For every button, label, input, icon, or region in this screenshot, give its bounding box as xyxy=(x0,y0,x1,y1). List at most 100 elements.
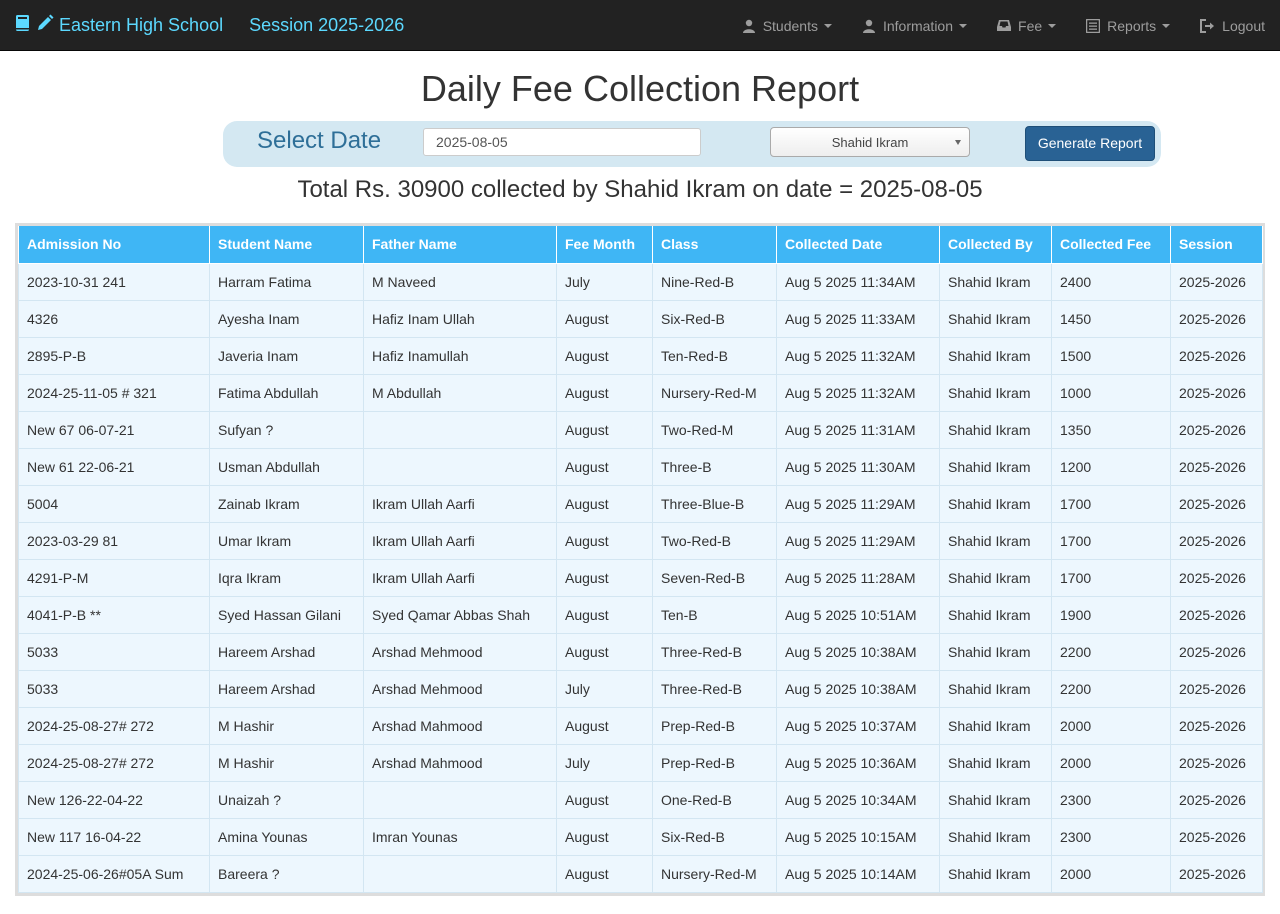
table-cell: Aug 5 2025 10:14AM xyxy=(776,854,940,893)
table-cell: August xyxy=(556,521,653,560)
table-cell: Prep-Red-B xyxy=(652,743,777,782)
table-cell: Hareem Arshad xyxy=(209,669,364,708)
table-cell: Shahid Ikram xyxy=(939,262,1052,301)
table-cell: Three-Red-B xyxy=(652,632,777,671)
nav-reports-label: Reports xyxy=(1107,17,1157,34)
table-cell: Hafiz Inamullah xyxy=(363,336,557,375)
date-input[interactable]: 2025-08-05 xyxy=(423,128,701,156)
table-cell: Shahid Ikram xyxy=(939,558,1052,597)
table-cell: 1700 xyxy=(1051,521,1171,560)
user-icon xyxy=(862,19,875,33)
column-header: Session xyxy=(1170,226,1263,264)
table-cell: New 117 16-04-22 xyxy=(18,817,210,856)
column-header: Father Name xyxy=(363,226,557,264)
table-cell: Zainab Ikram xyxy=(209,484,364,523)
table-cell: 2025-2026 xyxy=(1170,447,1263,486)
table-cell: Aug 5 2025 10:38AM xyxy=(776,669,940,708)
collector-select-value: Shahid Ikram xyxy=(831,135,909,150)
table-cell: Ten-Red-B xyxy=(652,336,777,375)
table-cell: Syed Hassan Gilani xyxy=(209,595,364,634)
table-row: 2895-P-B Javeria Inam Hafiz Inamullah Augus… xyxy=(18,336,1263,375)
table-cell: August xyxy=(556,854,653,893)
table-cell: 2025-2026 xyxy=(1170,299,1263,338)
collector-select[interactable]: Shahid Ikram xyxy=(770,127,970,157)
table-cell: Ikram Ullah Aarfi xyxy=(363,521,557,560)
table-cell: 2025-2026 xyxy=(1170,410,1263,449)
table-row: 4326 Ayesha Inam Hafiz Inam Ullah August Six… xyxy=(18,299,1263,338)
table-cell: 1700 xyxy=(1051,484,1171,523)
total-summary: Total Rs. 30900 collected by Shahid Ikra… xyxy=(297,176,983,203)
table-cell: Syed Qamar Abbas Shah xyxy=(363,595,557,634)
table-cell: Nursery-Red-M xyxy=(652,373,777,412)
table-cell: 2025-2026 xyxy=(1170,669,1263,708)
table-cell: August xyxy=(556,299,653,338)
generate-report-button[interactable]: Generate Report xyxy=(1025,126,1155,161)
table-cell: Aug 5 2025 10:34AM xyxy=(776,780,940,819)
nav-menu: Students Information Fee Reports Logout xyxy=(727,0,1280,51)
table-cell: Shahid Ikram xyxy=(939,595,1052,634)
table-cell: New 67 06-07-21 xyxy=(18,410,210,449)
table-cell: 1700 xyxy=(1051,558,1171,597)
nav-fee[interactable]: Fee xyxy=(982,0,1071,51)
table-row: 2023-10-31 241 Harram Fatima M Naveed July N… xyxy=(18,262,1263,301)
brand[interactable]: Eastern High School Session 2025-2026 xyxy=(15,0,404,51)
table-cell: 2025-2026 xyxy=(1170,743,1263,782)
table-cell: Hareem Arshad xyxy=(209,632,364,671)
table-row: 2023-03-29 81 Umar Ikram Ikram Ullah Aarfi… xyxy=(18,521,1263,560)
table-cell: Shahid Ikram xyxy=(939,373,1052,412)
table-cell: Sufyan ? xyxy=(209,410,364,449)
log-out-icon xyxy=(1200,18,1215,33)
table-cell: Three-B xyxy=(652,447,777,486)
table-cell: August xyxy=(556,706,653,745)
nav-students[interactable]: Students xyxy=(727,0,847,51)
table-cell: Aug 5 2025 11:32AM xyxy=(776,373,940,412)
table-row: 2024-25-11-05 # 321 Fatima Abdullah M Abdu… xyxy=(18,373,1263,412)
page-title: Daily Fee Collection Report xyxy=(420,68,860,109)
table-cell: M Abdullah xyxy=(363,373,557,412)
table-cell: August xyxy=(556,447,653,486)
table-cell: Seven-Red-B xyxy=(652,558,777,597)
table-row: New 117 16-04-22 Amina Younas Imran Younas… xyxy=(18,817,1263,856)
table-cell: Shahid Ikram xyxy=(939,743,1052,782)
table-cell: Aug 5 2025 11:30AM xyxy=(776,447,940,486)
table-cell: 1500 xyxy=(1051,336,1171,375)
table-cell: Unaizah ? xyxy=(209,780,364,819)
column-header: Admission No xyxy=(18,226,210,264)
table-cell: 2024-25-11-05 # 321 xyxy=(18,373,210,412)
table-cell: Umar Ikram xyxy=(209,521,364,560)
table-cell: August xyxy=(556,558,653,597)
table-cell: M Hashir xyxy=(209,706,364,745)
table-cell: Nine-Red-B xyxy=(652,262,777,301)
table-body: 2023-10-31 241 Harram Fatima M Naveed July N… xyxy=(18,262,1263,893)
table-cell: Bareera ? xyxy=(209,854,364,893)
table-cell: Arshad Mahmood xyxy=(363,706,557,745)
table-cell xyxy=(363,410,557,449)
column-header: Class xyxy=(652,226,777,264)
table-cell: Shahid Ikram xyxy=(939,854,1052,893)
table-cell: Shahid Ikram xyxy=(939,336,1052,375)
table-cell: 2025-2026 xyxy=(1170,817,1263,856)
table-cell: Shahid Ikram xyxy=(939,817,1052,856)
session-label: Session 2025-2026 xyxy=(249,15,405,35)
fee-collection-table: Admission No Student Name Father Name Fee M… xyxy=(18,226,1263,893)
table-cell: 2025-2026 xyxy=(1170,854,1263,893)
table-cell: 4041-P-B ** xyxy=(18,595,210,634)
table-cell: Arshad Mahmood xyxy=(363,743,557,782)
table-cell: August xyxy=(556,817,653,856)
fee-collection-table-wrapper: Admission No Student Name Father Name Fee M… xyxy=(15,223,1265,896)
table-cell: 5033 xyxy=(18,632,210,671)
table-cell: M Naveed xyxy=(363,262,557,301)
table-cell: 2300 xyxy=(1051,817,1171,856)
list-alt-icon xyxy=(1086,18,1101,33)
table-cell: Three-Red-B xyxy=(652,669,777,708)
table-cell: 2000 xyxy=(1051,743,1171,782)
table-cell: Aug 5 2025 10:36AM xyxy=(776,743,940,782)
nav-information[interactable]: Information xyxy=(847,0,982,51)
date-filter-bar: Select Date 2025-08-05 Shahid Ikram Gene… xyxy=(223,121,1161,167)
table-cell: 2023-10-31 241 xyxy=(18,262,210,301)
nav-logout[interactable]: Logout xyxy=(1185,0,1280,51)
table-cell: 2025-2026 xyxy=(1170,484,1263,523)
table-header-row: Admission No Student Name Father Name Fee M… xyxy=(18,226,1263,264)
table-cell: 2025-2026 xyxy=(1170,336,1263,375)
nav-reports[interactable]: Reports xyxy=(1071,0,1185,51)
